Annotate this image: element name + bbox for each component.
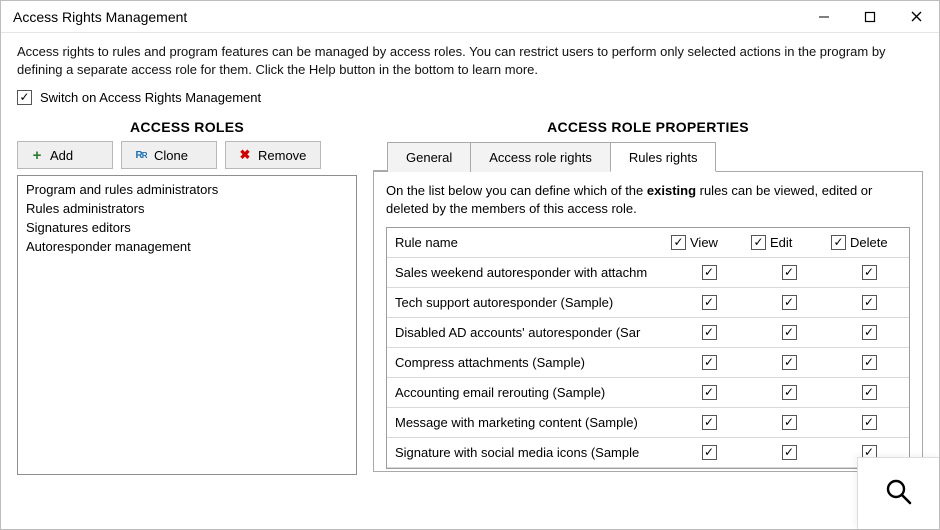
roles-toolbar: + Add RR Clone ✖ Remove	[17, 141, 357, 169]
delete-checkbox[interactable]	[862, 355, 877, 370]
col-header-delete[interactable]: Delete	[829, 235, 909, 250]
cell-edit	[749, 445, 829, 460]
rules-grid: Rule name View Edit Delete Sales weekend…	[386, 227, 910, 469]
roles-list[interactable]: Program and rules administratorsRules ad…	[17, 175, 357, 475]
tab-rules-rights[interactable]: Rules rights	[610, 142, 717, 172]
cell-edit	[749, 265, 829, 280]
delete-checkbox[interactable]	[862, 295, 877, 310]
view-checkbox[interactable]	[702, 385, 717, 400]
search-icon	[884, 477, 914, 510]
delete-checkbox[interactable]	[862, 265, 877, 280]
cell-view	[669, 295, 749, 310]
cell-edit	[749, 355, 829, 370]
panel-description: On the list below you can define which o…	[386, 182, 910, 217]
view-checkbox[interactable]	[702, 295, 717, 310]
delete-checkbox[interactable]	[862, 385, 877, 400]
clone-button[interactable]: RR Clone	[121, 141, 217, 169]
col-header-view[interactable]: View	[669, 235, 749, 250]
zoom-tab[interactable]	[857, 457, 939, 529]
window-title: Access Rights Management	[13, 9, 801, 25]
view-checkbox[interactable]	[702, 265, 717, 280]
rule-name-cell: Compress attachments (Sample)	[387, 355, 669, 370]
grid-header: Rule name View Edit Delete	[387, 228, 909, 258]
cell-edit	[749, 325, 829, 340]
delete-checkbox[interactable]	[862, 415, 877, 430]
edit-checkbox[interactable]	[782, 325, 797, 340]
cell-edit	[749, 295, 829, 310]
role-item[interactable]: Program and rules administrators	[24, 180, 350, 199]
cell-view	[669, 445, 749, 460]
remove-icon: ✖	[238, 148, 252, 162]
tab-panel: On the list below you can define which o…	[373, 172, 923, 472]
clone-button-label: Clone	[154, 148, 188, 163]
view-checkbox[interactable]	[702, 355, 717, 370]
main-switch-checkbox[interactable]	[17, 90, 32, 105]
table-row[interactable]: Accounting email rerouting (Sample)	[387, 378, 909, 408]
plus-icon: +	[30, 148, 44, 162]
view-checkbox[interactable]	[702, 325, 717, 340]
role-item[interactable]: Signatures editors	[24, 218, 350, 237]
rule-name-cell: Sales weekend autoresponder with attachm	[387, 265, 669, 280]
col-header-name[interactable]: Rule name	[387, 235, 669, 250]
tab-access-role-rights[interactable]: Access role rights	[470, 142, 611, 172]
cell-delete	[829, 415, 909, 430]
header-view-checkbox[interactable]	[671, 235, 686, 250]
view-checkbox[interactable]	[702, 415, 717, 430]
cell-view	[669, 415, 749, 430]
edit-checkbox[interactable]	[782, 385, 797, 400]
table-row[interactable]: Disabled AD accounts' autoresponder (Sar	[387, 318, 909, 348]
role-item[interactable]: Rules administrators	[24, 199, 350, 218]
header-edit-checkbox[interactable]	[751, 235, 766, 250]
edit-checkbox[interactable]	[782, 265, 797, 280]
properties-heading: ACCESS ROLE PROPERTIES	[373, 119, 923, 135]
main-switch-label: Switch on Access Rights Management	[40, 90, 261, 105]
cell-view	[669, 265, 749, 280]
edit-checkbox[interactable]	[782, 445, 797, 460]
view-checkbox[interactable]	[702, 445, 717, 460]
table-row[interactable]: Sales weekend autoresponder with attachm	[387, 258, 909, 288]
cell-delete	[829, 265, 909, 280]
clone-icon: RR	[134, 148, 148, 162]
role-item[interactable]: Autoresponder management	[24, 237, 350, 256]
add-button[interactable]: + Add	[17, 141, 113, 169]
intro-text: Access rights to rules and program featu…	[17, 43, 923, 78]
table-row[interactable]: Tech support autoresponder (Sample)	[387, 288, 909, 318]
close-button[interactable]	[893, 1, 939, 33]
cell-delete	[829, 385, 909, 400]
cell-edit	[749, 385, 829, 400]
cell-delete	[829, 325, 909, 340]
tabs: General Access role rights Rules rights	[373, 141, 923, 172]
remove-button-label: Remove	[258, 148, 306, 163]
col-header-edit[interactable]: Edit	[749, 235, 829, 250]
cell-delete	[829, 295, 909, 310]
rule-name-cell: Disabled AD accounts' autoresponder (Sar	[387, 325, 669, 340]
tab-general[interactable]: General	[387, 142, 471, 172]
cell-delete	[829, 355, 909, 370]
rule-name-cell: Tech support autoresponder (Sample)	[387, 295, 669, 310]
titlebar: Access Rights Management	[1, 1, 939, 33]
cell-edit	[749, 415, 829, 430]
add-button-label: Add	[50, 148, 73, 163]
edit-checkbox[interactable]	[782, 415, 797, 430]
header-delete-checkbox[interactable]	[831, 235, 846, 250]
minimize-button[interactable]	[801, 1, 847, 33]
table-row[interactable]: Signature with social media icons (Sampl…	[387, 438, 909, 468]
cell-view	[669, 385, 749, 400]
edit-checkbox[interactable]	[782, 355, 797, 370]
rule-name-cell: Message with marketing content (Sample)	[387, 415, 669, 430]
maximize-button[interactable]	[847, 1, 893, 33]
roles-heading: ACCESS ROLES	[17, 119, 357, 135]
cell-view	[669, 355, 749, 370]
edit-checkbox[interactable]	[782, 295, 797, 310]
rule-name-cell: Signature with social media icons (Sampl…	[387, 445, 669, 460]
main-switch-row[interactable]: Switch on Access Rights Management	[17, 90, 923, 105]
cell-view	[669, 325, 749, 340]
remove-button[interactable]: ✖ Remove	[225, 141, 321, 169]
table-row[interactable]: Message with marketing content (Sample)	[387, 408, 909, 438]
table-row[interactable]: Compress attachments (Sample)	[387, 348, 909, 378]
rule-name-cell: Accounting email rerouting (Sample)	[387, 385, 669, 400]
delete-checkbox[interactable]	[862, 325, 877, 340]
